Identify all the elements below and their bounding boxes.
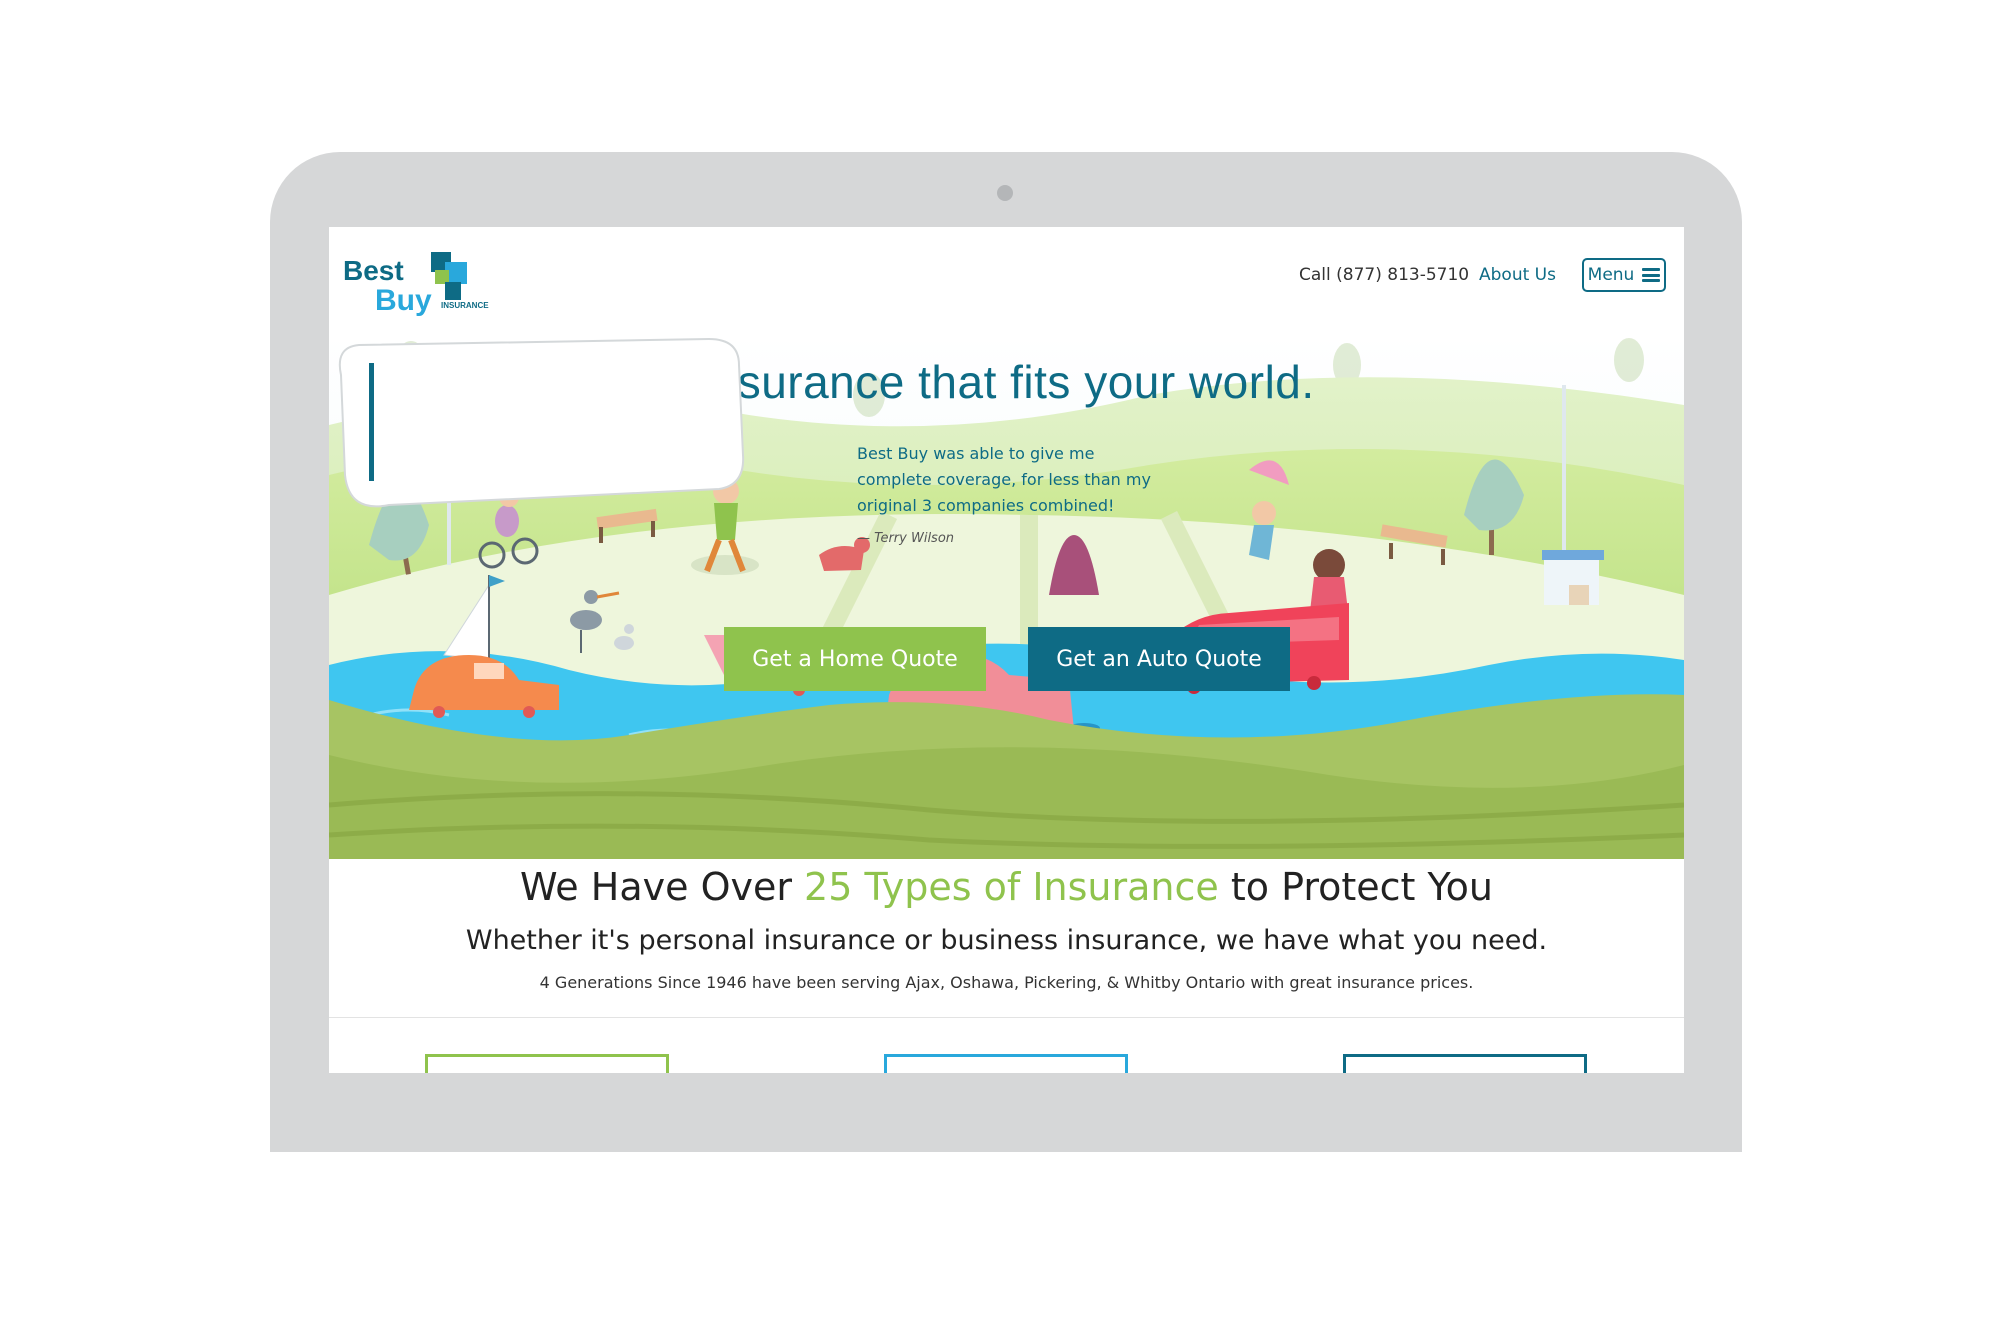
insurance-card-3[interactable] — [1343, 1054, 1587, 1073]
camera-dot — [997, 185, 1013, 201]
logo-tagline: INSURANCE — [441, 301, 489, 310]
hero-banner: Insurance that fits your world. Best Buy… — [329, 335, 1684, 859]
auto-quote-button[interactable]: Get an Auto Quote — [1028, 627, 1290, 691]
heading-pre: We Have Over — [519, 865, 805, 909]
menu-button-label: Menu — [1587, 265, 1635, 285]
home-quote-button[interactable]: Get a Home Quote — [724, 627, 986, 691]
insurance-types-heading: We Have Over 25 Types of Insurance to Pr… — [329, 865, 1684, 909]
quote-bar — [369, 363, 374, 481]
site-logo[interactable]: Best Buy INSURANCE — [343, 252, 503, 324]
section-divider — [329, 1017, 1684, 1018]
menu-button[interactable]: Menu — [1582, 258, 1666, 292]
heading-post: to Protect You — [1218, 865, 1494, 909]
logo-word-buy: Buy — [375, 284, 432, 317]
testimonial-quote: Best Buy was able to give me complete co… — [857, 444, 1151, 515]
insurance-card-1[interactable] — [425, 1054, 669, 1073]
insurance-card-2[interactable] — [884, 1054, 1128, 1073]
market-stall — [1542, 550, 1604, 605]
testimonial-bubble — [338, 337, 745, 508]
browser-viewport: Best Buy INSURANCE Call (877) 813-5710 A… — [329, 227, 1684, 1073]
logo-word-best: Best — [343, 255, 404, 286]
hamburger-icon — [1642, 268, 1661, 282]
call-phone-link[interactable]: Call (877) 813-5710 — [1299, 265, 1469, 285]
about-us-link[interactable]: About Us — [1479, 265, 1556, 285]
testimonial-author: — Terry Wilson — [857, 531, 955, 546]
generations-tagline: 4 Generations Since 1946 have been servi… — [539, 973, 1474, 992]
logo-puzzle-icon: Best Buy INSURANCE — [343, 252, 489, 317]
heading-highlight: 25 Types of Insurance — [804, 865, 1219, 909]
insurance-subheading: Whether it's personal insurance or busin… — [465, 925, 1548, 956]
